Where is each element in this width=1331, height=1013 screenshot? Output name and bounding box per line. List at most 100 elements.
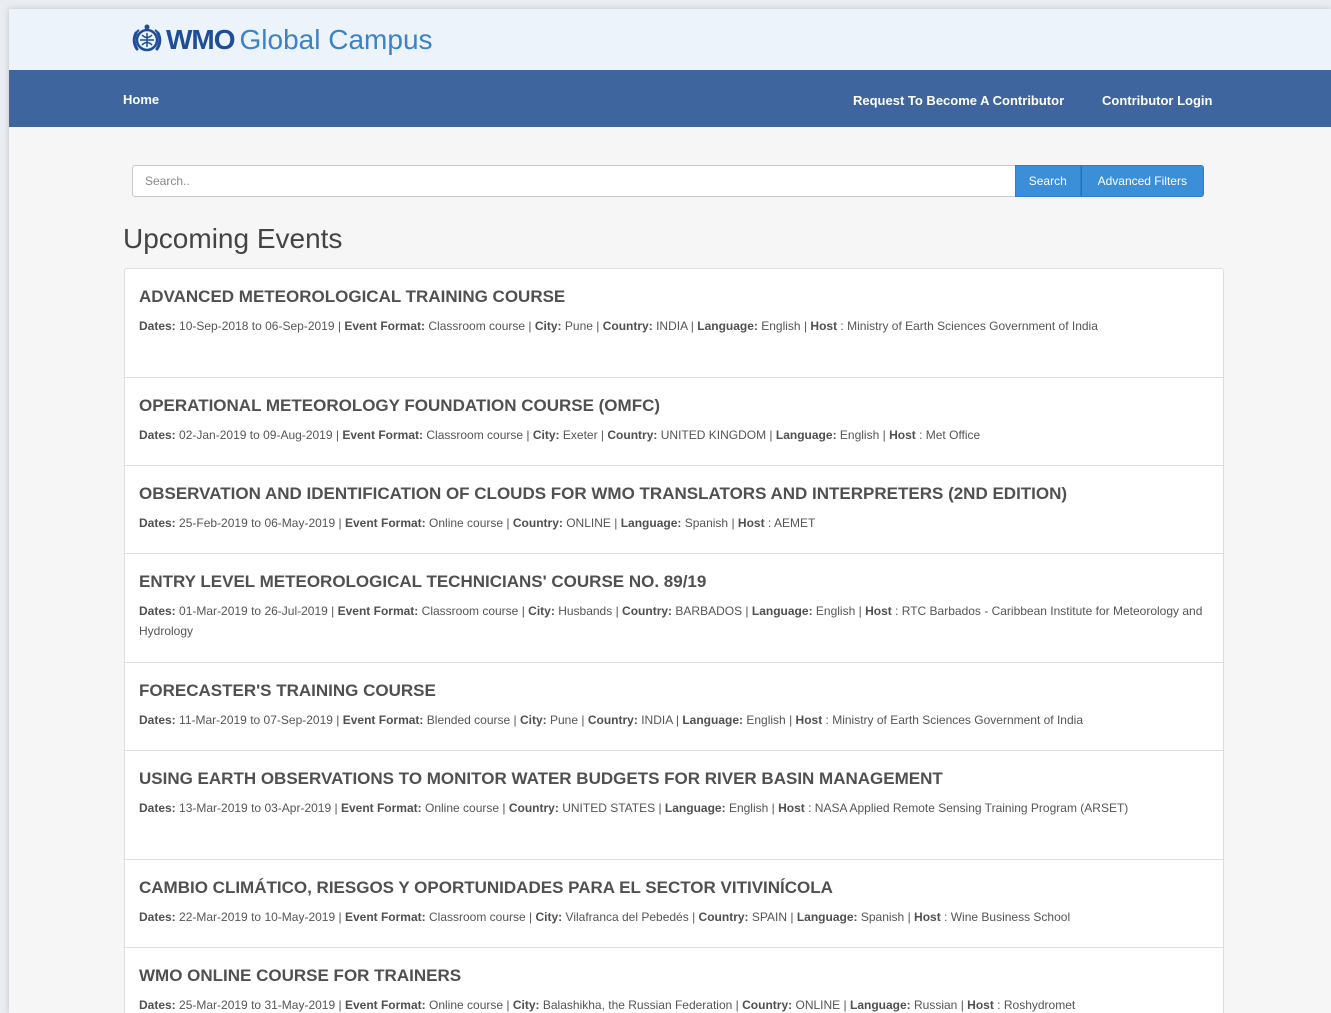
browser-page: WMO Global Campus Home Request To Become… bbox=[9, 9, 1331, 1013]
meta-label: Language: bbox=[664, 801, 726, 815]
meta-label: Event Format: bbox=[337, 604, 419, 618]
meta-value: Blended course bbox=[426, 713, 511, 727]
meta-label: City: bbox=[534, 319, 562, 333]
event-item[interactable]: OBSERVATION AND IDENTIFICATION OF CLOUDS… bbox=[125, 466, 1223, 554]
meta-label: Country: bbox=[742, 998, 793, 1012]
meta-value: to bbox=[251, 998, 262, 1012]
section-title: Upcoming Events bbox=[123, 223, 343, 254]
meta-separator: | bbox=[692, 910, 696, 924]
meta-value: 11-Mar-2019 bbox=[179, 713, 247, 727]
meta-value: to bbox=[251, 604, 262, 618]
event-title[interactable]: ADVANCED METEOROLOGICAL TRAINING COURSE bbox=[139, 286, 1209, 308]
meta-label: Dates: bbox=[139, 801, 176, 815]
event-title[interactable]: WMO ONLINE COURSE FOR TRAINERS bbox=[139, 965, 1209, 987]
meta-label: Country: bbox=[587, 713, 638, 727]
meta-value: ONLINE bbox=[566, 516, 611, 530]
event-meta: Dates: 01-Mar-2019 to 26-Jul-2019 | Even… bbox=[139, 604, 1203, 638]
meta-value: to bbox=[251, 910, 262, 924]
event-title[interactable]: OBSERVATION AND IDENTIFICATION OF CLOUDS… bbox=[139, 483, 1209, 505]
meta-separator: | bbox=[596, 319, 600, 333]
meta-separator: | bbox=[731, 516, 735, 530]
meta-separator: | bbox=[521, 604, 525, 618]
meta-label: City: bbox=[532, 428, 560, 442]
meta-value: Husbands bbox=[558, 604, 613, 618]
meta-value: AEMET bbox=[773, 516, 816, 530]
meta-label: Dates: bbox=[139, 319, 176, 333]
meta-separator: | bbox=[907, 910, 911, 924]
meta-separator: | bbox=[528, 319, 532, 333]
event-item[interactable]: FORECASTER'S TRAINING COURSE Dates: 11-Ma… bbox=[125, 663, 1223, 751]
meta-label: Host bbox=[865, 604, 892, 618]
meta-value: 06-May-2019 bbox=[264, 516, 336, 530]
search-input[interactable] bbox=[132, 165, 1015, 197]
meta-label: Dates: bbox=[139, 713, 176, 727]
search-bar: Search Advanced Filters bbox=[132, 165, 1204, 197]
meta-label: Country: bbox=[698, 910, 749, 924]
event-item[interactable]: WMO ONLINE COURSE FOR TRAINERS Dates: 25-… bbox=[125, 948, 1223, 1013]
event-title[interactable]: OPERATIONAL METEOROLOGY FOUNDATION COURS… bbox=[139, 395, 1209, 417]
meta-value: INDIA bbox=[656, 319, 688, 333]
meta-label: Country: bbox=[622, 604, 673, 618]
meta-label: Language: bbox=[697, 319, 758, 333]
meta-label: Country: bbox=[607, 428, 658, 442]
meta-value: Exeter bbox=[562, 428, 598, 442]
meta-label: Host bbox=[967, 998, 994, 1012]
event-meta: Dates: 10-Sep-2018 to 06-Sep-2019 | Even… bbox=[139, 319, 1098, 333]
meta-separator: | bbox=[803, 319, 808, 333]
site-logo[interactable]: WMO Global Campus bbox=[130, 22, 433, 58]
event-item[interactable]: USING EARTH OBSERVATIONS TO MONITOR WATE… bbox=[125, 751, 1223, 860]
meta-value: to bbox=[251, 801, 262, 815]
meta-value: Classroom course bbox=[426, 428, 524, 442]
search-button[interactable]: Search bbox=[1014, 165, 1081, 197]
brand-header: WMO Global Campus bbox=[9, 9, 1331, 70]
meta-label: Event Format: bbox=[344, 998, 426, 1012]
meta-label: Dates: bbox=[139, 516, 176, 530]
nav-request-contributor-link[interactable]: Request To Become A Contributor bbox=[853, 93, 1064, 108]
meta-label: City: bbox=[519, 713, 547, 727]
nav-contributor-login-link[interactable]: Contributor Login bbox=[1102, 93, 1212, 108]
event-title[interactable]: FORECASTER'S TRAINING COURSE bbox=[139, 680, 1209, 702]
meta-value: Wine Business School bbox=[950, 910, 1071, 924]
event-title[interactable]: CAMBIO CLIMÁTICO, RIESGOS Y OPORTUNIDADE… bbox=[139, 877, 1209, 899]
advanced-filters-button[interactable]: Advanced Filters bbox=[1080, 165, 1204, 197]
event-meta: Dates: 11-Mar-2019 to 07-Sep-2019 | Even… bbox=[139, 713, 1083, 727]
event-title[interactable]: ENTRY LEVEL METEOROLOGICAL TECHNICIANS' … bbox=[139, 571, 1209, 593]
meta-value: INDIA bbox=[641, 713, 673, 727]
meta-separator: | bbox=[526, 428, 530, 442]
meta-separator: | bbox=[882, 428, 886, 442]
meta-separator: | bbox=[506, 516, 510, 530]
meta-label: Dates: bbox=[139, 604, 176, 618]
meta-label: Dates: bbox=[139, 998, 176, 1012]
meta-label: Host bbox=[795, 713, 823, 727]
meta-value: 22-Mar-2019 bbox=[179, 910, 248, 924]
meta-separator: | bbox=[338, 998, 342, 1012]
meta-label: Event Format: bbox=[342, 428, 424, 442]
meta-separator: | bbox=[338, 910, 342, 924]
meta-value: to bbox=[251, 319, 262, 333]
nav-home-link[interactable]: Home bbox=[123, 92, 159, 107]
event-title[interactable]: USING EARTH OBSERVATIONS TO MONITOR WATE… bbox=[139, 768, 1209, 790]
event-meta: Dates: 25-Mar-2019 to 31-May-2019 | Even… bbox=[139, 998, 1076, 1012]
meta-value: Online course bbox=[425, 801, 500, 815]
meta-label: Host bbox=[810, 319, 838, 333]
meta-value: 13-Mar-2019 bbox=[179, 801, 248, 815]
event-item[interactable]: ADVANCED METEOROLOGICAL TRAINING COURSE D… bbox=[125, 269, 1223, 378]
event-item[interactable]: OPERATIONAL METEOROLOGY FOUNDATION COURS… bbox=[125, 378, 1223, 466]
meta-label: Language: bbox=[620, 516, 682, 530]
meta-value: 01-Mar-2019 bbox=[179, 604, 248, 618]
meta-label: Country: bbox=[512, 516, 563, 530]
meta-label: Language: bbox=[751, 604, 813, 618]
event-item[interactable]: ENTRY LEVEL METEOROLOGICAL TECHNICIANS' … bbox=[125, 554, 1223, 663]
meta-value: BARBADOS bbox=[675, 604, 743, 618]
top-navbar: Home Request To Become A Contributor Con… bbox=[9, 70, 1331, 127]
meta-value: English bbox=[746, 713, 786, 727]
meta-separator: | bbox=[843, 998, 847, 1012]
meta-value: Pune bbox=[564, 319, 593, 333]
meta-value: English bbox=[839, 428, 880, 442]
event-item[interactable]: CAMBIO CLIMÁTICO, RIESGOS Y OPORTUNIDADE… bbox=[125, 860, 1223, 948]
meta-value: to bbox=[251, 516, 262, 530]
meta-value: English bbox=[815, 604, 856, 618]
meta-label: Dates: bbox=[139, 910, 176, 924]
meta-label: City: bbox=[512, 998, 540, 1012]
meta-label: City: bbox=[535, 910, 563, 924]
